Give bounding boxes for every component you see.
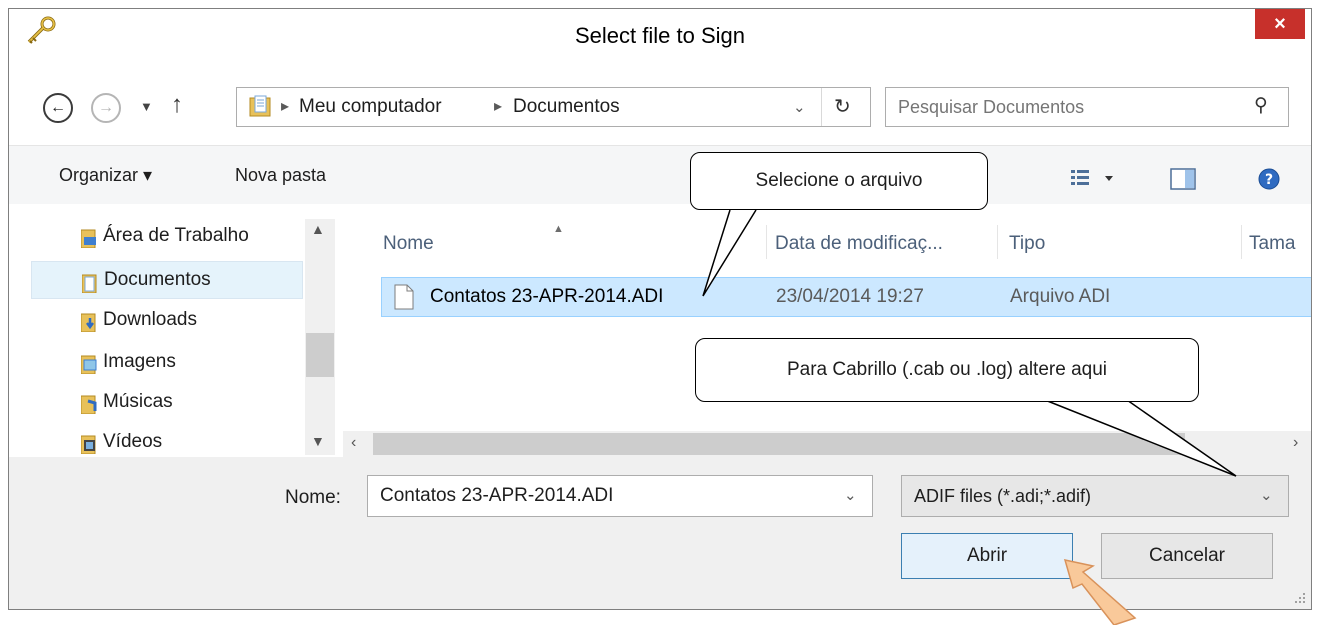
cabrillo-callout: Para Cabrillo (.cab ou .log) altere aqui [695, 338, 1199, 402]
callout-pointers [702, 209, 1237, 625]
arrow-pointer-icon [1063, 559, 1137, 625]
select-file-callout: Selecione o arquivo [690, 152, 988, 210]
cabrillo-callout-pointer [1044, 399, 1237, 477]
select-file-callout-pointer [702, 209, 757, 297]
